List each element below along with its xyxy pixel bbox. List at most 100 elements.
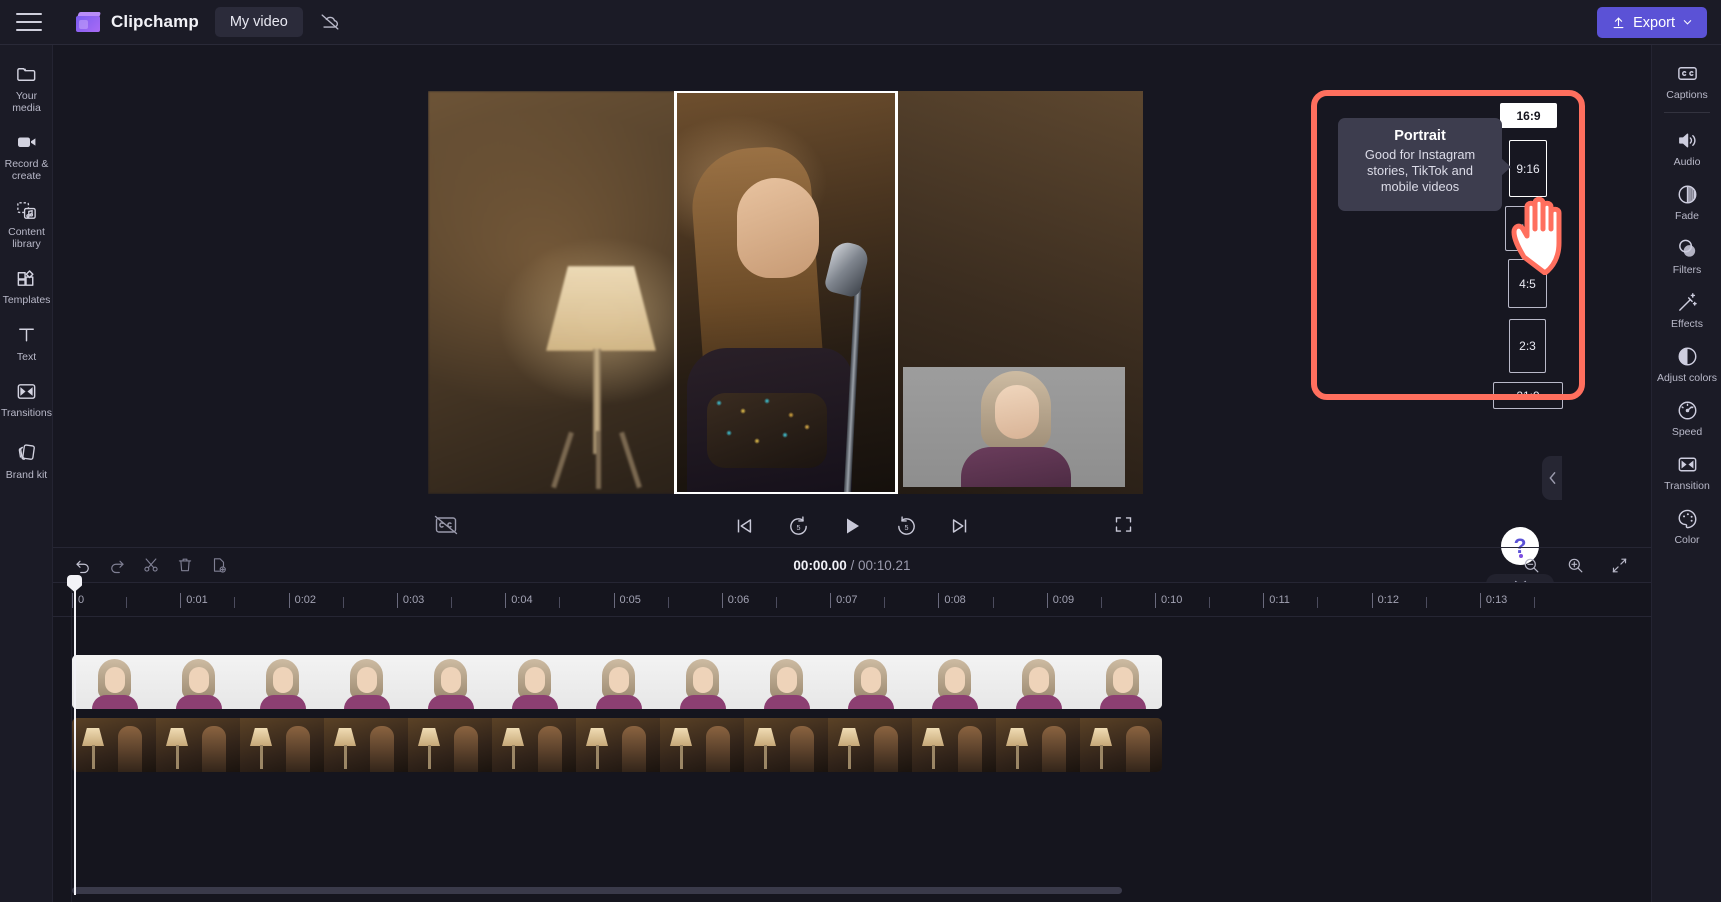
- rail-item-color[interactable]: Color: [1652, 498, 1721, 552]
- svg-text:5: 5: [796, 523, 800, 531]
- sidebar-item-transitions[interactable]: Transitions: [0, 370, 53, 427]
- cloud-offline-icon[interactable]: [315, 7, 345, 37]
- ruler-label: 0:09: [1052, 594, 1075, 606]
- sidebar-item-content-library[interactable]: Content library: [0, 189, 53, 257]
- ruler-label: 0:04: [511, 594, 533, 606]
- delete-button[interactable]: [171, 552, 198, 579]
- aspect-ratio-21-9[interactable]: 21:9: [1493, 382, 1563, 409]
- rail-item-filters[interactable]: Filters: [1652, 228, 1721, 282]
- clip-thumbnail[interactable]: [1080, 718, 1162, 772]
- ruler-tick: [1155, 593, 1156, 608]
- sidebar-item-templates[interactable]: Templates: [0, 257, 53, 314]
- clip-thumbnail[interactable]: [156, 718, 240, 772]
- duplicate-button[interactable]: [205, 552, 232, 579]
- ruler-tick: [396, 593, 398, 608]
- clip-thumbnail[interactable]: [912, 718, 996, 772]
- playhead[interactable]: [67, 575, 82, 895]
- closed-captions-icon: [1675, 61, 1699, 85]
- ruler-tick-minor: [667, 597, 669, 608]
- clip-thumbnail[interactable]: [576, 655, 660, 709]
- fit-to-screen-button[interactable]: [1606, 552, 1633, 579]
- clip-thumbnail[interactable]: [72, 655, 156, 709]
- play-button[interactable]: [839, 513, 865, 539]
- skip-to-end-button[interactable]: [947, 513, 973, 539]
- ruler-label: 0:03: [402, 594, 425, 606]
- collapse-properties-panel-button[interactable]: [1542, 456, 1562, 500]
- clip-thumbnail[interactable]: [828, 718, 912, 772]
- hamburger-menu-icon[interactable]: [16, 13, 42, 31]
- zoom-out-button[interactable]: [1518, 552, 1545, 579]
- sidebar-label: Brand kit: [5, 468, 48, 481]
- ruler-label: 0:13: [1485, 594, 1508, 606]
- chevron-down-icon: [1683, 20, 1692, 25]
- timeline-ruler[interactable]: 0 0:01 0:02 0:03 0:04 0:05 0:06 0:07 0:08 0:09 0:1…: [53, 583, 1651, 617]
- rail-item-effects[interactable]: Effects: [1652, 282, 1721, 336]
- clip-thumbnail[interactable]: [492, 718, 576, 772]
- sidebar-item-record-create[interactable]: Record & create: [0, 121, 53, 189]
- ruler-label: 0:06: [727, 594, 750, 606]
- clip-thumbnail[interactable]: [72, 718, 156, 772]
- rail-item-transition[interactable]: Transition: [1652, 444, 1721, 498]
- ruler-tick-minor: [884, 597, 886, 608]
- skip-to-start-button[interactable]: [731, 513, 757, 539]
- ruler-tick-minor: [775, 597, 777, 608]
- clip-thumbnail[interactable]: [324, 655, 408, 709]
- sidebar-label: Templates: [2, 294, 51, 306]
- rail-label: Adjust colors: [1656, 372, 1718, 384]
- rail-item-fade[interactable]: Fade: [1652, 174, 1721, 228]
- timeline[interactable]: 0 0:01 0:02 0:03 0:04 0:05 0:06 0:07 0:08 0:09 0:1…: [53, 575, 1651, 902]
- hand-cursor-icon: [1508, 185, 1586, 275]
- picture-in-picture-clip[interactable]: [903, 367, 1125, 487]
- ruler-tick-minor: [1100, 597, 1102, 608]
- table-row[interactable]: [72, 718, 1162, 772]
- horizontal-scrollbar[interactable]: [72, 887, 1122, 894]
- sidebar-item-your-media[interactable]: Your media: [0, 53, 53, 121]
- project-name-field[interactable]: My video: [214, 7, 303, 37]
- clip-thumbnail[interactable]: [660, 718, 744, 772]
- rail-item-speed[interactable]: Speed: [1652, 390, 1721, 444]
- clip-thumbnail[interactable]: [408, 718, 492, 772]
- fullscreen-button[interactable]: [1113, 514, 1137, 538]
- clip-thumbnail[interactable]: [240, 718, 324, 772]
- clip-thumbnail[interactable]: [1080, 655, 1162, 709]
- clip-thumbnail[interactable]: [744, 718, 828, 772]
- clip-thumbnail[interactable]: [324, 718, 408, 772]
- ruler-tick: [721, 593, 723, 608]
- clip-thumbnail[interactable]: [408, 655, 492, 709]
- clip-thumbnail[interactable]: [492, 655, 576, 709]
- clip-thumbnail[interactable]: [996, 655, 1080, 709]
- rail-item-captions[interactable]: Captions: [1652, 53, 1721, 107]
- forward-5-button[interactable]: 5: [893, 513, 919, 539]
- aspect-ratio-2-3[interactable]: 2:3: [1509, 319, 1546, 373]
- zoom-in-button[interactable]: [1562, 552, 1589, 579]
- rail-item-adjust-colors[interactable]: Adjust colors: [1652, 336, 1721, 390]
- sidebar-item-brand-kit[interactable]: Brand kit: [0, 427, 53, 489]
- rewind-5-button[interactable]: 5: [785, 513, 811, 539]
- clip-thumbnail[interactable]: [156, 655, 240, 709]
- split-button[interactable]: [137, 552, 164, 579]
- clip-thumbnail[interactable]: [660, 655, 744, 709]
- tooltip-title: Portrait: [1394, 128, 1446, 144]
- selected-clip-frame[interactable]: [674, 91, 898, 494]
- clip-thumbnail[interactable]: [996, 718, 1080, 772]
- clip-thumbnail[interactable]: [744, 655, 828, 709]
- text-t-icon: [15, 323, 39, 347]
- ruler-label: 0:01: [186, 594, 208, 606]
- ruler-tick-minor: [1209, 597, 1211, 608]
- table-row[interactable]: [72, 655, 1162, 709]
- aspect-ratio-16-9[interactable]: 16:9: [1500, 103, 1557, 128]
- redo-button[interactable]: [103, 552, 130, 579]
- clip-thumbnail[interactable]: [828, 655, 912, 709]
- clip-thumbnail[interactable]: [576, 718, 660, 772]
- rail-label: Color: [1674, 534, 1700, 546]
- ruler-label: 0:12: [1377, 594, 1400, 606]
- clip-thumbnail[interactable]: [912, 655, 996, 709]
- ruler-label: 0:11: [1269, 594, 1290, 606]
- export-button[interactable]: Export: [1597, 7, 1707, 38]
- ruler-tick: [830, 593, 832, 608]
- video-preview[interactable]: [428, 91, 1143, 494]
- rail-item-audio[interactable]: Audio: [1652, 120, 1721, 174]
- sidebar-label: Record & create: [4, 158, 49, 182]
- clip-thumbnail[interactable]: [240, 655, 324, 709]
- sidebar-item-text[interactable]: Text: [0, 314, 53, 371]
